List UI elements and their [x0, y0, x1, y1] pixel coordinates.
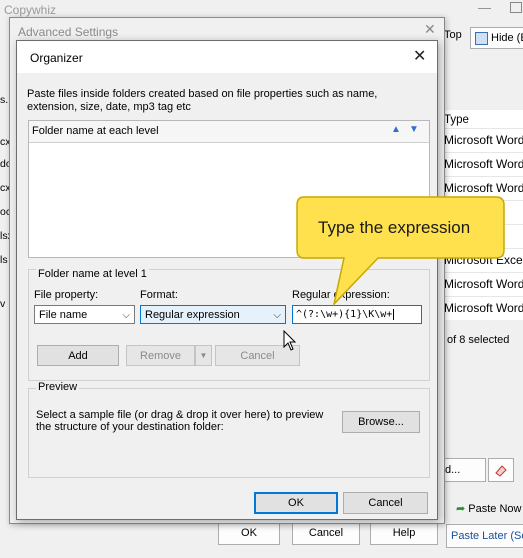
table-row[interactable]: Microsoft Word [442, 152, 523, 177]
format-value: Regular expression [145, 309, 240, 321]
format-select[interactable]: Regular expression ⌵ [140, 305, 286, 324]
main-window-title: Copywhiz [4, 3, 57, 17]
move-down-icon[interactable]: ▼ [409, 124, 419, 135]
add-button[interactable]: Add [37, 345, 119, 366]
advanced-settings-title: Advanced Settings [18, 25, 119, 39]
file-property-label: File property: [34, 289, 99, 301]
folder-levels-header-label: Folder name at each level [32, 125, 159, 137]
organizer-close-button[interactable]: ✕ [413, 46, 426, 66]
eraser-icon [495, 465, 507, 477]
hide-button[interactable]: Hide (E [470, 27, 523, 49]
tooltip-callout: Type the expression [296, 196, 506, 307]
folder-levels-header: Folder name at each level ▲ ▼ [29, 121, 429, 143]
organizer-titlebar: Organizer ✕ [17, 41, 437, 73]
paste-later-button[interactable]: Paste Later (Sch [446, 524, 523, 548]
chevron-down-icon: ⌵ [122, 310, 130, 321]
help-button[interactable]: Help [370, 521, 438, 545]
remove-dropdown-button[interactable]: ▼ [195, 345, 212, 366]
eraser-button[interactable] [488, 458, 514, 482]
paste-now-button[interactable]: ➦ Paste Now [456, 502, 521, 515]
top-button[interactable]: Top [444, 29, 462, 41]
file-property-value: File name [39, 309, 88, 321]
organizer-title: Organizer [30, 51, 83, 65]
hide-icon [475, 31, 488, 45]
callout-text: Type the expression [318, 218, 471, 237]
main-cancel-button[interactable]: Cancel [292, 521, 360, 545]
left-stub: v [0, 298, 6, 310]
browse-button-background[interactable]: d... [444, 458, 486, 482]
remove-button[interactable]: Remove [126, 345, 195, 366]
format-label: Format: [140, 289, 178, 301]
table-row[interactable]: Microsoft Word [442, 128, 523, 153]
advanced-close-button[interactable]: ✕ [424, 21, 436, 38]
mouse-cursor-icon [283, 330, 297, 351]
organizer-description: Paste files inside folders created based… [27, 88, 378, 113]
maximize-button[interactable] [510, 2, 522, 13]
cancel-button[interactable]: Cancel [343, 492, 428, 514]
callout-bubble [296, 196, 505, 307]
preview-title: Preview [36, 381, 80, 393]
selection-count: of 8 selected [447, 334, 510, 346]
level-group-title: Folder name at level 1 [36, 268, 149, 280]
move-up-icon[interactable]: ▲ [391, 124, 401, 135]
paste-now-label: Paste Now [468, 503, 522, 515]
paste-arrow-icon: ➦ [456, 503, 466, 515]
grid-header-type[interactable]: Type [444, 114, 469, 126]
main-ok-button[interactable]: OK [218, 521, 280, 545]
left-stub: ls [0, 254, 8, 266]
preview-description: Select a sample file (or drag & drop it … [36, 409, 324, 433]
hide-label: Hide (E [491, 32, 523, 44]
ok-button[interactable]: OK [254, 492, 338, 514]
minimize-button[interactable]: — [478, 0, 491, 15]
file-property-select[interactable]: File name ⌵ [34, 305, 135, 324]
browse-button[interactable]: Browse... [342, 411, 420, 433]
chevron-down-icon: ⌵ [273, 310, 281, 321]
preview-group: Preview Select a sample file (or drag & … [28, 381, 430, 478]
